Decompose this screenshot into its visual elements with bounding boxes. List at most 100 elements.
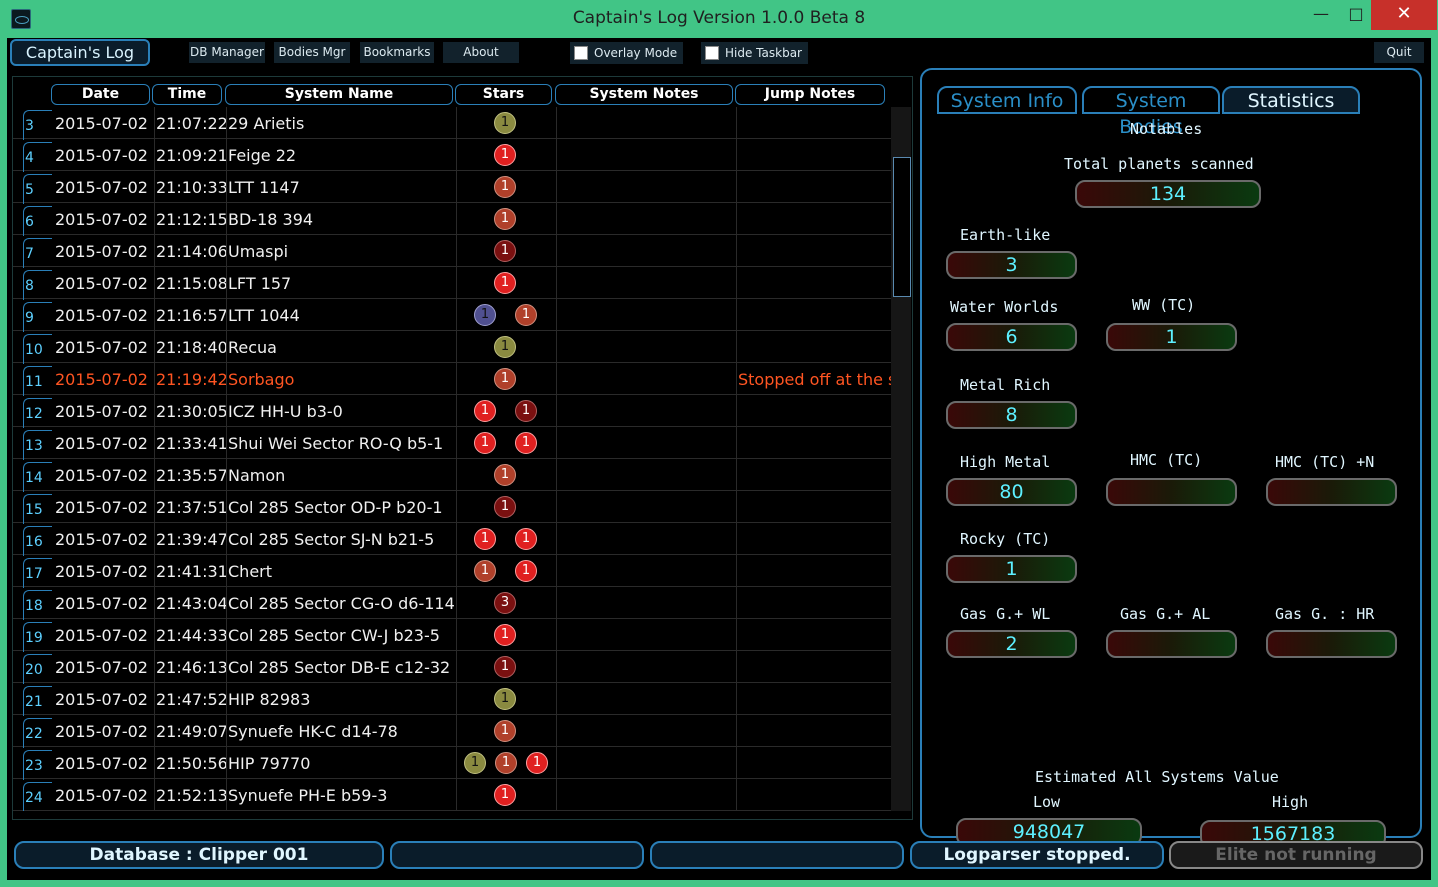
db-manager-button[interactable]: DB Manager [189,42,265,63]
cell-stars: 11 [458,555,556,587]
cell-time: 21:16:57 [156,306,226,325]
cell-stars: 1 [458,779,556,811]
table-row[interactable]: 11 2015-07-02 21:19:42 Sorbago 1 Stopped off … [13,363,891,396]
cell-stars: 11 [458,299,556,331]
row-number: 9 [23,302,52,332]
header-system-notes[interactable]: System Notes [555,84,733,105]
column-divider [556,107,557,811]
header-date[interactable]: Date [51,84,150,105]
hide-taskbar-checkbox[interactable]: Hide Taskbar [701,42,808,64]
cell-system-notes [558,171,736,203]
rocky-tc-value: 1 [946,555,1077,583]
cell-date: 2015-07-02 [55,242,148,261]
table-row[interactable]: 10 2015-07-02 21:18:40 Recua 1 [13,331,891,364]
table-row[interactable]: 24 2015-07-02 21:52:13 Synuefe PH-E b59-3 1 [13,779,891,811]
table-row[interactable]: 5 2015-07-02 21:10:33 LTT 1147 1 [13,171,891,204]
water-worlds-value: 6 [946,323,1077,351]
captains-log-button[interactable]: Captain's Log [10,39,150,66]
cell-stars: 1 [458,171,556,203]
table-row[interactable]: 13 2015-07-02 21:33:41 Shui Wei Sector RO-Q… [13,427,891,460]
cell-system-name: Col 285 Sector DB-E c12-32 [228,658,451,677]
cell-system-notes [558,651,736,683]
header-jump-notes[interactable]: Jump Notes [735,84,885,105]
tab-system-bodies[interactable]: System Bodies [1082,86,1220,138]
title-bar[interactable]: Captain's Log Version 1.0.0 Beta 8 — □ ✕ [0,0,1438,38]
cell-date: 2015-07-02 [55,338,148,357]
scrollbar-thumb[interactable] [893,157,911,297]
cell-time: 21:35:57 [156,466,226,485]
tab-statistics[interactable]: Statistics [1222,86,1360,114]
quit-button[interactable]: Quit [1374,42,1424,63]
star-badge: 1 [494,368,516,390]
bodies-mgr-button[interactable]: Bodies Mgr [274,42,350,63]
close-button[interactable]: ✕ [1371,0,1437,30]
row-number: 8 [23,270,52,300]
table-row[interactable]: 16 2015-07-02 21:39:47 Col 285 Sector SJ-N … [13,523,891,556]
cell-jump-notes [738,395,891,427]
header-system-name[interactable]: System Name [225,84,453,105]
cell-system-notes [558,619,736,651]
cell-system-name: Col 285 Sector SJ-N b21-5 [228,530,435,549]
header-stars[interactable]: Stars [455,84,552,105]
tab-system-info[interactable]: System Info [937,86,1077,114]
cell-date: 2015-07-02 [55,178,148,197]
table-row[interactable]: 20 2015-07-02 21:46:13 Col 285 Sector DB-E … [13,651,891,684]
total-planets-label: Total planets scanned [1064,155,1254,173]
table-row[interactable]: 12 2015-07-02 21:30:05 ICZ HH-U b3-0 1 1 [13,395,891,428]
cell-system-notes [558,331,736,363]
star-badge: 1 [515,304,537,326]
cell-system-notes [558,427,736,459]
table-row[interactable]: 8 2015-07-02 21:15:08 LFT 157 1 [13,267,891,300]
cell-system-name: Col 285 Sector OD-P b20-1 [228,498,443,517]
cell-system-name: Synuefe PH-E b59-3 [228,786,388,805]
star-badge: 1 [494,720,516,742]
hmc-tc-label: HMC (TC) [1130,451,1203,469]
table-row[interactable]: 9 2015-07-02 21:16:57 LTT 1044 1 1 [13,299,891,332]
status-blank-2 [650,841,904,869]
cell-system-name: LTT 1044 [228,306,300,325]
cell-time: 21:14:06 [156,242,226,261]
table-row[interactable]: 6 2015-07-02 21:12:15 BD-18 394 1 [13,203,891,236]
cell-system-notes [558,715,736,747]
about-button[interactable]: About [443,42,519,63]
earth-like-label: Earth-like [960,226,1051,244]
row-number: 20 [23,654,52,684]
table-row[interactable]: 4 2015-07-02 21:09:21 Feige 22 1 [13,139,891,172]
column-divider [226,107,227,811]
cell-jump-notes [738,747,891,779]
cell-date: 2015-07-02 [55,274,148,293]
cell-jump-notes [738,203,891,235]
checkbox-box[interactable] [705,46,719,60]
cell-system-name: Feige 22 [228,146,297,165]
gas-al-value [1106,630,1237,658]
cell-date: 2015-07-02 [55,114,148,133]
table-row[interactable]: 23 2015-07-02 21:50:56 HIP 79770 1 1 1 [13,747,891,780]
table-row[interactable]: 19 2015-07-02 21:44:33 Col 285 Sector CW-J … [13,619,891,652]
table-row[interactable]: 3 2015-07-02 21:07:22 29 Arietis 1 [13,107,891,140]
hmc-tc-value [1106,478,1237,506]
cell-stars: 11 [458,427,556,459]
table-row[interactable]: 14 2015-07-02 21:35:57 Namon 1 [13,459,891,492]
table-row[interactable]: 17 2015-07-02 21:41:31 Chert 1 1 [13,555,891,588]
cell-stars: 1 [458,619,556,651]
checkbox-box[interactable] [574,46,588,60]
table-row[interactable]: 22 2015-07-02 21:49:07 Synuefe HK-C d14-78 1 [13,715,891,748]
star-badge: 1 [494,624,516,646]
overlay-mode-checkbox[interactable]: Overlay Mode [570,42,684,64]
cell-jump-notes [738,715,891,747]
cell-jump-notes [738,619,891,651]
table-row[interactable]: 18 2015-07-02 21:43:04 Col 285 Sector CG-O … [13,587,891,620]
bookmarks-button[interactable]: Bookmarks [360,42,434,63]
cell-jump-notes [738,235,891,267]
cell-time: 21:46:13 [156,658,226,677]
grid-rows[interactable]: 3 2015-07-02 21:07:22 29 Arietis 1 4 2015-07-0… [13,107,891,811]
cell-time: 21:30:05 [156,402,226,421]
header-time[interactable]: Time [152,84,222,105]
cell-system-name: Recua [228,338,277,357]
cell-stars: 1 [458,715,556,747]
cell-system-notes [558,779,736,811]
table-row[interactable]: 15 2015-07-02 21:37:51 Col 285 Sector OD-P … [13,491,891,524]
table-row[interactable]: 21 2015-07-02 21:47:52 HIP 82983 1 [13,683,891,716]
cell-system-notes [558,139,736,171]
table-row[interactable]: 7 2015-07-02 21:14:06 Umaspi 1 [13,235,891,268]
